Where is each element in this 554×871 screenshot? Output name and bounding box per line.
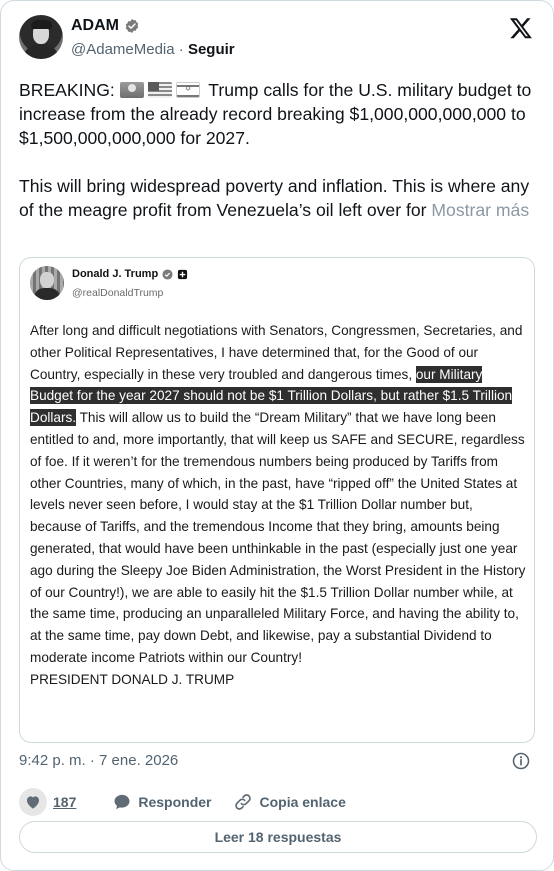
read-replies-button[interactable]: Leer 18 respuestas [19,821,537,853]
quoted-body-rest: This will allow us to build the “Dream M… [30,410,526,665]
copy-link-label: Copia enlace [259,794,346,810]
separator-dot: · [178,41,184,58]
quoted-post-image[interactable]: Donald J. Trump @realDonaldTrump After l… [19,257,535,743]
breaking-label: BREAKING: [19,80,115,100]
us-flag-icon [147,82,172,98]
reply-label: Responder [138,794,212,810]
quoted-name: Donald J. Trump [72,268,159,280]
tweet-text: BREAKING: Trump calls for the U.S. milit… [19,78,539,222]
quoted-verified-icon [162,268,173,280]
reply-bubble-icon [114,794,130,810]
emergency-light-icon [119,82,144,98]
quoted-handle: @realDonaldTrump [72,287,164,299]
reply-button[interactable]: Responder [112,792,211,812]
author-avatar[interactable] [19,15,63,59]
quoted-affiliate-icon [178,269,188,279]
like-button[interactable]: 187 [19,788,76,816]
quoted-name-row: Donald J. Trump [72,268,188,280]
copy-link-button[interactable]: Copia enlace [233,792,346,812]
quoted-signature: PRESIDENT DONALD J. TRUMP [30,671,235,687]
israel-flag-icon [175,82,200,98]
quoted-body: After long and difficult negotiations wi… [30,320,526,691]
link-icon [235,794,252,810]
author-name[interactable]: ADAM [71,17,119,35]
x-logo-icon[interactable] [509,16,533,40]
action-bar: 187 Responder Copia enlace [19,787,537,817]
info-icon[interactable] [511,751,531,771]
heart-icon [19,788,47,816]
author-name-row: ADAM [71,17,140,35]
tweet-card: ADAM @AdameMedia · Seguir BREAKING: Trum… [0,0,554,871]
like-count[interactable]: 187 [53,794,76,810]
quoted-avatar [30,266,64,300]
show-more-link[interactable]: Mostrar más [431,200,529,220]
post-timestamp[interactable]: 9:42 p. m. · 7 ene. 2026 [19,752,178,769]
author-handle[interactable]: @AdameMedia [71,41,175,58]
verified-badge-icon [125,19,139,33]
follow-button[interactable]: Seguir [188,41,235,58]
author-handle-row: @AdameMedia · Seguir [71,41,235,58]
